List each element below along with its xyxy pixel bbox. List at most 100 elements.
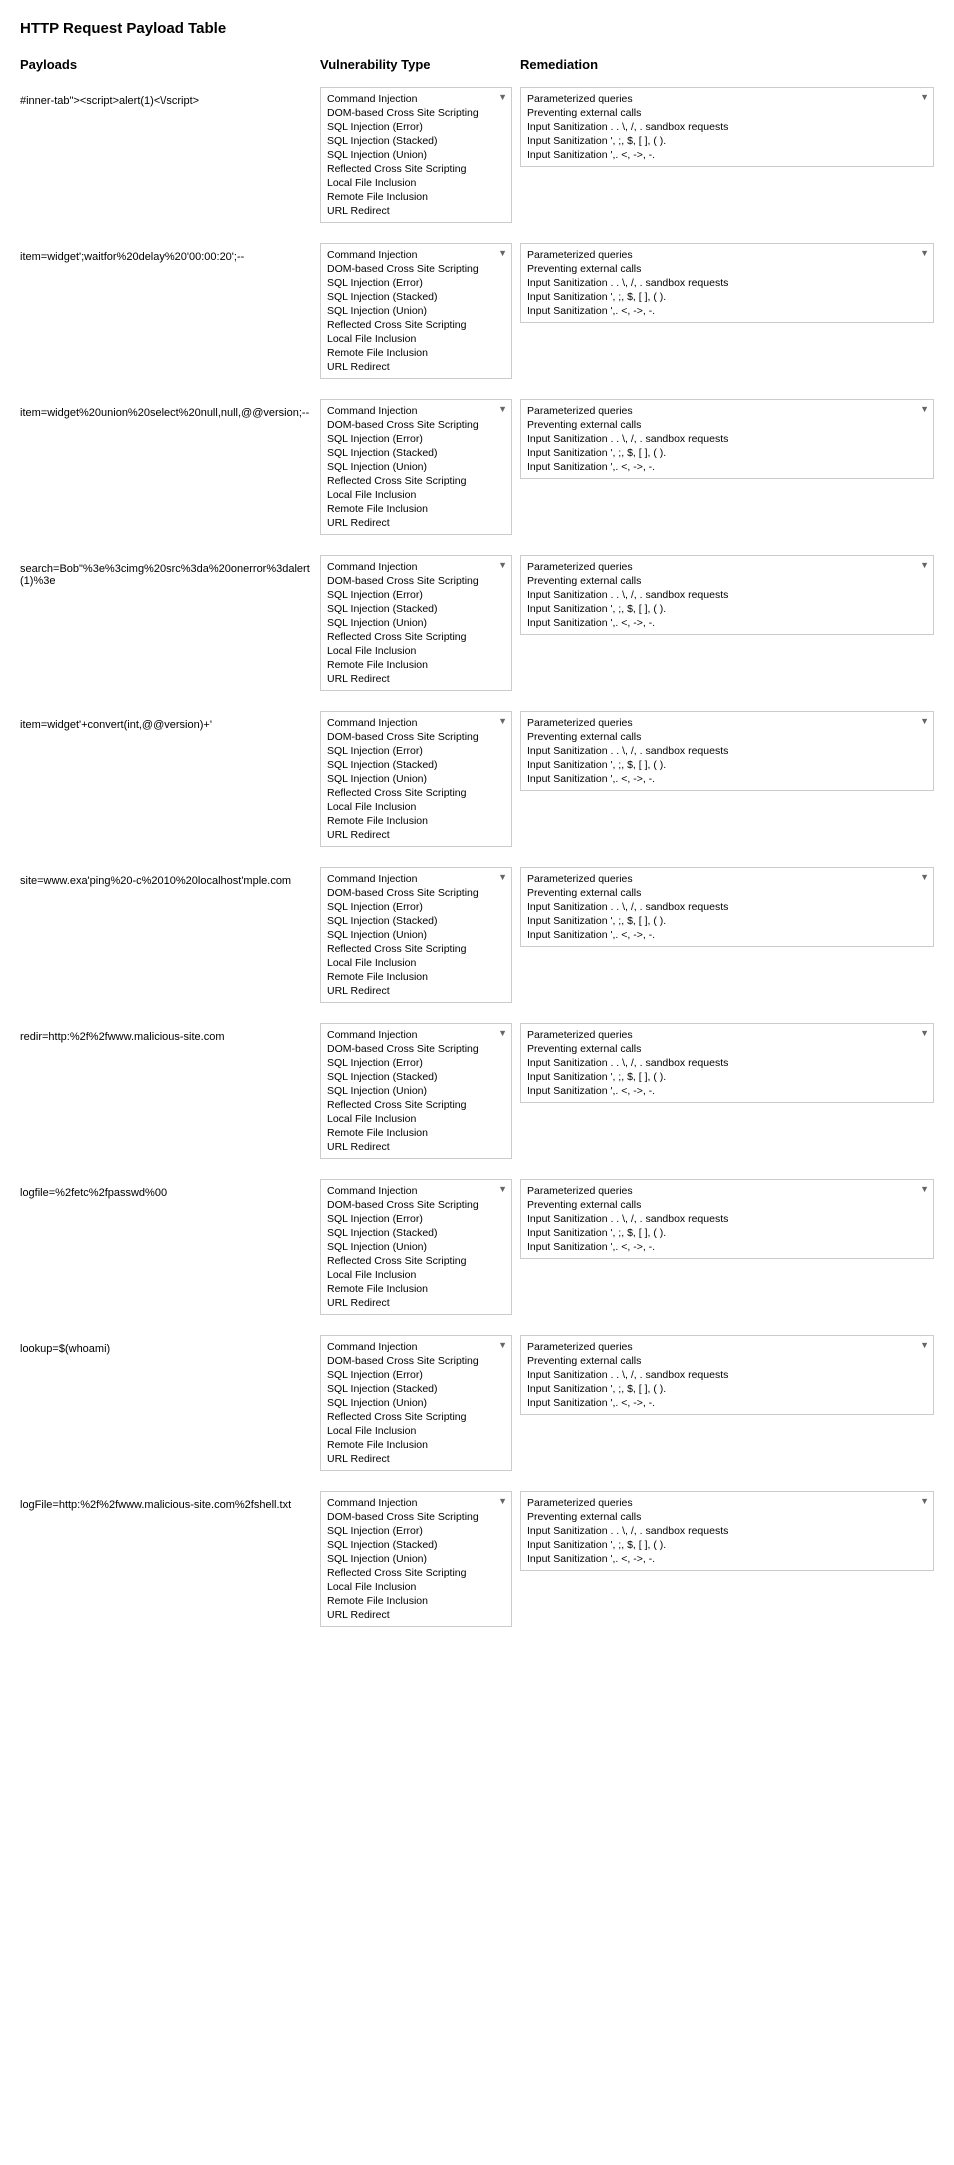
- remediation-item: Input Sanitization . . \, /, . sandbox r…: [527, 432, 927, 446]
- col-header-vuln: Vulnerability Type: [320, 57, 520, 72]
- remediation-item: Parameterized queries: [527, 872, 927, 886]
- remediation-item: Parameterized queries: [527, 560, 927, 574]
- vuln-type-dropdown[interactable]: Command InjectionDOM-based Cross Site Sc…: [320, 243, 512, 379]
- vuln-item: Remote File Inclusion: [327, 970, 505, 984]
- vuln-item: SQL Injection (Union): [327, 460, 505, 474]
- remediation-item: Input Sanitization ',. <, ->, -.: [527, 1084, 927, 1098]
- remediation-dropdown[interactable]: Parameterized queriesPreventing external…: [520, 1491, 934, 1571]
- remediation-item: Input Sanitization . . \, /, . sandbox r…: [527, 1212, 927, 1226]
- vuln-item: Reflected Cross Site Scripting: [327, 474, 505, 488]
- remediation-item: Parameterized queries: [527, 716, 927, 730]
- vuln-item: Reflected Cross Site Scripting: [327, 162, 505, 176]
- vuln-type-dropdown[interactable]: Command InjectionDOM-based Cross Site Sc…: [320, 867, 512, 1003]
- vuln-item: SQL Injection (Stacked): [327, 1382, 505, 1396]
- table-row: site=www.exa'ping%20-c%2010%20localhost'…: [20, 867, 934, 1003]
- vuln-item: SQL Injection (Stacked): [327, 446, 505, 460]
- vuln-item: URL Redirect: [327, 1452, 505, 1466]
- vuln-item: Local File Inclusion: [327, 800, 505, 814]
- remediation-item: Parameterized queries: [527, 1184, 927, 1198]
- remediation-item: Preventing external calls: [527, 574, 927, 588]
- vuln-item: Local File Inclusion: [327, 1268, 505, 1282]
- vuln-item: URL Redirect: [327, 1140, 505, 1154]
- vuln-item: Reflected Cross Site Scripting: [327, 1410, 505, 1424]
- vuln-item: DOM-based Cross Site Scripting: [327, 106, 505, 120]
- vuln-item: Local File Inclusion: [327, 176, 505, 190]
- vuln-type-dropdown[interactable]: Command InjectionDOM-based Cross Site Sc…: [320, 1023, 512, 1159]
- vuln-item: Reflected Cross Site Scripting: [327, 1254, 505, 1268]
- vuln-item: URL Redirect: [327, 360, 505, 374]
- vuln-type-dropdown[interactable]: Command InjectionDOM-based Cross Site Sc…: [320, 87, 512, 223]
- vuln-item: Remote File Inclusion: [327, 658, 505, 672]
- table-row: #inner-tab"><script>alert(1)<\/script>Co…: [20, 87, 934, 223]
- vuln-item: Remote File Inclusion: [327, 1594, 505, 1608]
- remediation-item: Input Sanitization . . \, /, . sandbox r…: [527, 900, 927, 914]
- remediation-item: Input Sanitization ',. <, ->, -.: [527, 460, 927, 474]
- vuln-item: SQL Injection (Error): [327, 120, 505, 134]
- payload-text: logfile=%2fetc%2fpasswd%00: [20, 1179, 320, 1199]
- remediation-dropdown[interactable]: Parameterized queriesPreventing external…: [520, 555, 934, 635]
- remediation-item: Preventing external calls: [527, 886, 927, 900]
- remediation-item: Input Sanitization ', ;, $, [ ], ( ).: [527, 1382, 927, 1396]
- remediation-item: Input Sanitization ', ;, $, [ ], ( ).: [527, 1070, 927, 1084]
- remediation-item: Input Sanitization . . \, /, . sandbox r…: [527, 744, 927, 758]
- remediation-item: Input Sanitization ',. <, ->, -.: [527, 304, 927, 318]
- remediation-item: Preventing external calls: [527, 730, 927, 744]
- remediation-dropdown[interactable]: Parameterized queriesPreventing external…: [520, 867, 934, 947]
- remediation-item: Preventing external calls: [527, 1354, 927, 1368]
- vuln-item: Reflected Cross Site Scripting: [327, 318, 505, 332]
- col-header-payloads: Payloads: [20, 57, 320, 72]
- remediation-item: Parameterized queries: [527, 1340, 927, 1354]
- vuln-item: Command Injection: [327, 716, 505, 730]
- remediation-dropdown[interactable]: Parameterized queriesPreventing external…: [520, 87, 934, 167]
- vuln-item: Remote File Inclusion: [327, 190, 505, 204]
- remediation-dropdown[interactable]: Parameterized queriesPreventing external…: [520, 399, 934, 479]
- vuln-item: Reflected Cross Site Scripting: [327, 1566, 505, 1580]
- vuln-type-dropdown[interactable]: Command InjectionDOM-based Cross Site Sc…: [320, 399, 512, 535]
- vuln-item: SQL Injection (Error): [327, 744, 505, 758]
- table-row: redir=http:%2f%2fwww.malicious-site.comC…: [20, 1023, 934, 1159]
- vuln-item: URL Redirect: [327, 828, 505, 842]
- remediation-dropdown[interactable]: Parameterized queriesPreventing external…: [520, 1179, 934, 1259]
- vuln-item: SQL Injection (Error): [327, 1056, 505, 1070]
- vuln-type-dropdown[interactable]: Command InjectionDOM-based Cross Site Sc…: [320, 1335, 512, 1471]
- vuln-item: URL Redirect: [327, 204, 505, 218]
- vuln-type-dropdown[interactable]: Command InjectionDOM-based Cross Site Sc…: [320, 1491, 512, 1627]
- vuln-item: DOM-based Cross Site Scripting: [327, 1198, 505, 1212]
- payload-text: redir=http:%2f%2fwww.malicious-site.com: [20, 1023, 320, 1043]
- vuln-item: Reflected Cross Site Scripting: [327, 630, 505, 644]
- vuln-item: Local File Inclusion: [327, 488, 505, 502]
- remediation-item: Parameterized queries: [527, 92, 927, 106]
- vuln-item: SQL Injection (Error): [327, 276, 505, 290]
- remediation-dropdown[interactable]: Parameterized queriesPreventing external…: [520, 243, 934, 323]
- vuln-item: Remote File Inclusion: [327, 1438, 505, 1452]
- vuln-item: Remote File Inclusion: [327, 1126, 505, 1140]
- remediation-dropdown[interactable]: Parameterized queriesPreventing external…: [520, 711, 934, 791]
- vuln-item: DOM-based Cross Site Scripting: [327, 886, 505, 900]
- vuln-item: Local File Inclusion: [327, 1424, 505, 1438]
- vuln-item: Command Injection: [327, 1184, 505, 1198]
- vuln-type-dropdown[interactable]: Command InjectionDOM-based Cross Site Sc…: [320, 1179, 512, 1315]
- vuln-item: SQL Injection (Stacked): [327, 1070, 505, 1084]
- remediation-item: Input Sanitization . . \, /, . sandbox r…: [527, 276, 927, 290]
- vuln-item: SQL Injection (Union): [327, 1084, 505, 1098]
- remediation-item: Parameterized queries: [527, 248, 927, 262]
- payload-text: item=widget';waitfor%20delay%20'00:00:20…: [20, 243, 320, 263]
- remediation-dropdown[interactable]: Parameterized queriesPreventing external…: [520, 1335, 934, 1415]
- vuln-item: Command Injection: [327, 872, 505, 886]
- vuln-type-dropdown[interactable]: Command InjectionDOM-based Cross Site Sc…: [320, 555, 512, 691]
- vuln-item: Command Injection: [327, 404, 505, 418]
- vuln-type-dropdown[interactable]: Command InjectionDOM-based Cross Site Sc…: [320, 711, 512, 847]
- vuln-item: SQL Injection (Stacked): [327, 1226, 505, 1240]
- table-row: search=Bob"%3e%3cimg%20src%3da%20onerror…: [20, 555, 934, 691]
- vuln-item: Command Injection: [327, 1496, 505, 1510]
- remediation-dropdown[interactable]: Parameterized queriesPreventing external…: [520, 1023, 934, 1103]
- table-row: lookup=$(whoami)Command InjectionDOM-bas…: [20, 1335, 934, 1471]
- remediation-item: Parameterized queries: [527, 1496, 927, 1510]
- vuln-item: Remote File Inclusion: [327, 346, 505, 360]
- remediation-item: Input Sanitization . . \, /, . sandbox r…: [527, 1524, 927, 1538]
- remediation-item: Input Sanitization ', ;, $, [ ], ( ).: [527, 758, 927, 772]
- vuln-item: Command Injection: [327, 248, 505, 262]
- vuln-item: SQL Injection (Union): [327, 304, 505, 318]
- payload-text: site=www.exa'ping%20-c%2010%20localhost'…: [20, 867, 320, 887]
- vuln-item: Command Injection: [327, 1340, 505, 1354]
